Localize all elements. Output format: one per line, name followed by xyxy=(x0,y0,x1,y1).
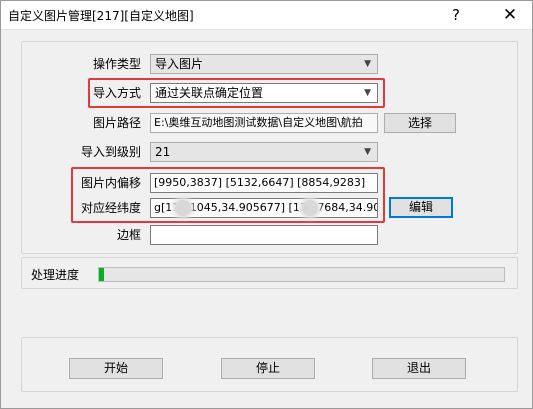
image-path-field[interactable]: E:\奥维互动地图测试数据\自定义地图\航拍 xyxy=(150,113,378,133)
progress-bar xyxy=(98,267,505,282)
exit-button[interactable]: 退出 xyxy=(372,358,466,379)
operation-type-value: 导入图片 xyxy=(155,57,204,71)
pixel-offset-label: 图片内偏移 xyxy=(80,176,141,190)
title-bar[interactable]: 自定义图片管理[217][自定义地图] ? ✕ xyxy=(1,1,532,29)
import-level-select[interactable]: 21 ▼ xyxy=(150,142,378,162)
redaction-blur xyxy=(175,200,191,216)
chevron-down-icon: ▼ xyxy=(364,59,371,69)
start-button[interactable]: 开始 xyxy=(69,358,163,379)
redaction-blur xyxy=(302,200,318,216)
pixel-offset-field[interactable]: [9950,3837] [5132,6647] [8854,9283] xyxy=(150,173,378,193)
import-method-select[interactable]: 通过关联点确定位置 ▼ xyxy=(150,83,378,103)
choose-button[interactable]: 选择 xyxy=(384,113,456,133)
help-button[interactable]: ? xyxy=(433,1,479,29)
import-level-value: 21 xyxy=(155,145,171,159)
close-button[interactable]: ✕ xyxy=(487,1,533,29)
progress-label: 处理进度 xyxy=(31,268,80,282)
border-label: 边框 xyxy=(116,228,141,242)
progress-bar-fill xyxy=(99,268,104,281)
import-method-value: 通过关联点确定位置 xyxy=(155,86,264,100)
title-separator xyxy=(1,29,532,30)
import-method-label: 导入方式 xyxy=(92,86,141,100)
operation-type-select[interactable]: 导入图片 ▼ xyxy=(150,54,378,74)
coordinates-label: 对应经纬度 xyxy=(80,201,141,215)
chevron-down-icon: ▼ xyxy=(364,147,371,157)
operation-type-label: 操作类型 xyxy=(92,57,141,71)
image-path-label: 图片路径 xyxy=(92,116,141,130)
stop-button[interactable]: 停止 xyxy=(221,358,315,379)
chevron-down-icon: ▼ xyxy=(364,88,371,98)
import-level-label: 导入到级别 xyxy=(80,145,141,159)
edit-button[interactable]: 编辑 xyxy=(389,197,453,218)
border-field[interactable] xyxy=(150,225,378,245)
window-title: 自定义图片管理[217][自定义地图] xyxy=(8,9,194,23)
dialog-window: 自定义图片管理[217][自定义地图] ? ✕ 操作类型 导入图片 ▼ 导入方式… xyxy=(0,0,533,409)
